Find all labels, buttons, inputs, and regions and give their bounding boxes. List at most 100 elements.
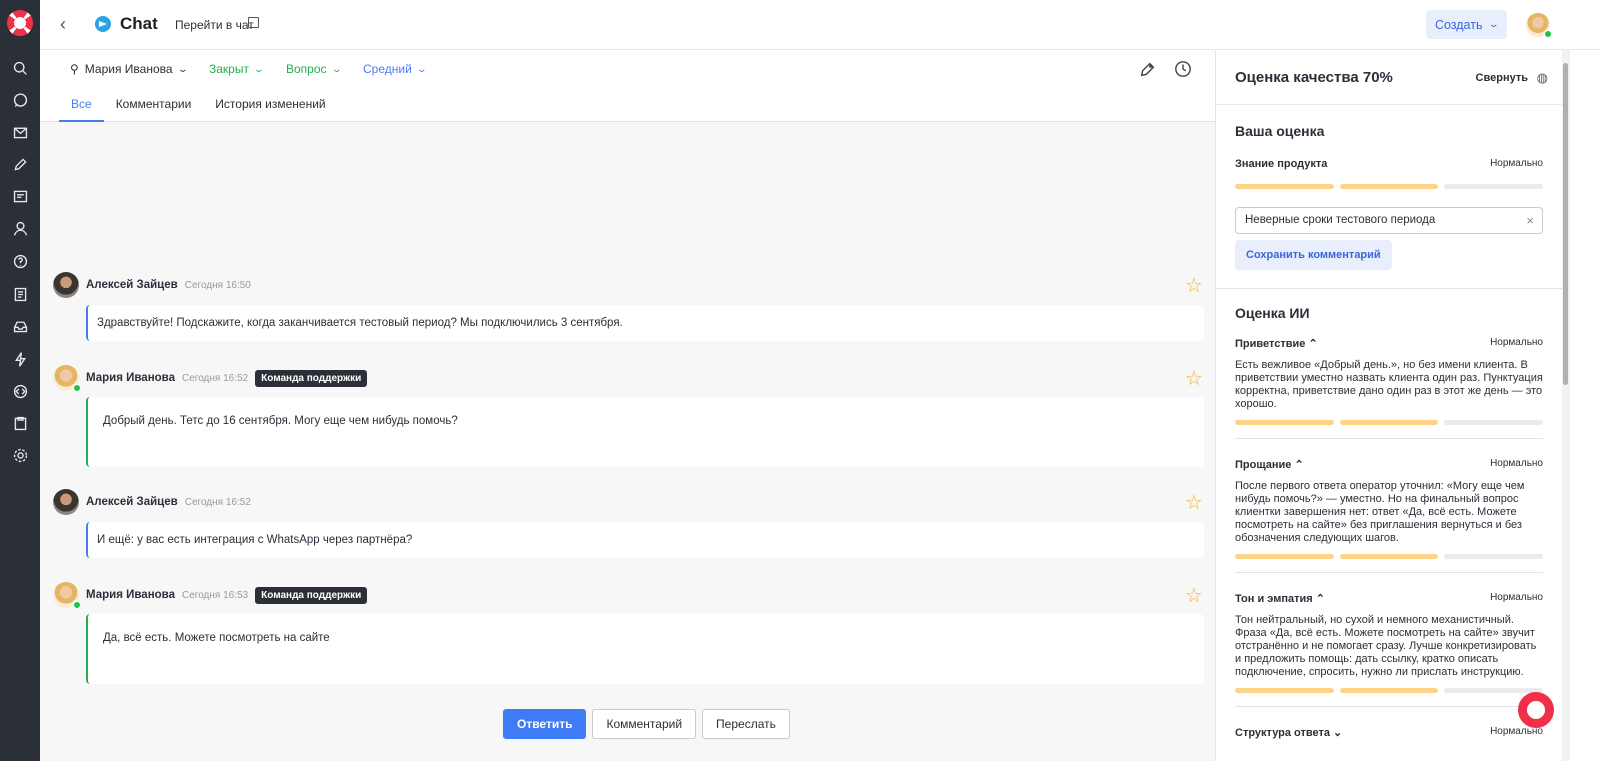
telegram-icon bbox=[95, 16, 111, 32]
section-title: Ваша оценка bbox=[1235, 123, 1325, 139]
message-bubble: Добрый день. Тетс до 16 сентября. Могу е… bbox=[86, 397, 1204, 467]
collapse-button[interactable]: Свернуть bbox=[1476, 72, 1528, 84]
chat-icon[interactable] bbox=[10, 90, 30, 110]
external-link-icon[interactable] bbox=[248, 17, 259, 28]
user-avatar[interactable] bbox=[1526, 13, 1552, 38]
tab-all[interactable]: Все bbox=[59, 90, 104, 122]
message-bubble: Здравствуйте! Подскажите, когда заканчив… bbox=[86, 305, 1204, 341]
criterion-name[interactable]: Тон и эмпатия ⌃ bbox=[1235, 592, 1325, 605]
message-header: Алексей Зайцев Сегодня 16:50 bbox=[53, 272, 251, 298]
criterion-name: Знание продукта bbox=[1235, 158, 1328, 170]
knowledge-icon[interactable] bbox=[10, 186, 30, 206]
type-select[interactable]: Вопрос ⌄ bbox=[286, 62, 342, 76]
tag-icon[interactable] bbox=[1139, 60, 1159, 80]
star-icon[interactable]: ☆ bbox=[1185, 583, 1203, 608]
avatar bbox=[53, 272, 79, 298]
priority-select[interactable]: Средний ⌄ bbox=[363, 62, 427, 76]
criterion-level: Нормально bbox=[1490, 337, 1543, 348]
avatar bbox=[53, 489, 79, 515]
clear-icon[interactable]: × bbox=[1526, 213, 1534, 228]
document-icon[interactable] bbox=[10, 284, 30, 304]
assignee-value: Мария Иванова bbox=[84, 62, 173, 76]
star-icon[interactable]: ☆ bbox=[1185, 273, 1203, 298]
ai-rating-section: Оценка ИИ Приветствие ⌃ Нормально Есть ве… bbox=[1216, 289, 1562, 739]
create-label: Создать bbox=[1434, 17, 1483, 32]
sidebar bbox=[0, 0, 40, 761]
clock-icon[interactable] bbox=[1174, 60, 1194, 80]
criterion-name[interactable]: Приветствие ⌃ bbox=[1235, 337, 1318, 350]
user-icon[interactable] bbox=[10, 218, 30, 238]
message-header: Мария Иванова Сегодня 16:53 Команда поддер… bbox=[53, 582, 368, 609]
top-header: ‹ Chat Перейти в чат Создать ⌄ bbox=[40, 0, 1600, 50]
criterion-level: Нормально bbox=[1490, 158, 1543, 169]
comment-input[interactable]: Неверные сроки тестового периода × bbox=[1235, 207, 1543, 234]
code-icon[interactable] bbox=[10, 381, 30, 401]
forward-button[interactable]: Переслать bbox=[702, 709, 790, 739]
rating-bar bbox=[1235, 688, 1544, 693]
help-lifebuoy-icon[interactable] bbox=[1518, 692, 1554, 728]
avatar bbox=[53, 582, 81, 609]
rating-bar bbox=[1235, 554, 1544, 559]
author-name: Алексей Зайцев bbox=[86, 279, 178, 291]
settings-icon[interactable] bbox=[10, 445, 30, 465]
goto-chat-link[interactable]: Перейти в чат bbox=[175, 18, 254, 32]
search-icon[interactable] bbox=[10, 58, 30, 78]
clipboard-icon[interactable] bbox=[10, 413, 30, 433]
tabs: Все Комментарии История изменений bbox=[59, 90, 338, 122]
comment-button[interactable]: Комментарий bbox=[592, 709, 697, 739]
ticket-filters: ⚲ Мария Иванова ⌄ Закрыт ⌄ Вопрос ⌄ Средний ⌄… bbox=[40, 50, 1215, 122]
message-time: Сегодня 16:53 bbox=[181, 589, 249, 601]
save-comment-button[interactable]: Сохранить комментарий bbox=[1235, 240, 1392, 270]
chevron-down-icon: ⌄ bbox=[1333, 727, 1343, 739]
message-header: Алексей Зайцев Сегодня 16:52 bbox=[53, 489, 251, 515]
quality-panel: Оценка качества 70% Свернуть ◍ Ваша оцен… bbox=[1215, 50, 1562, 761]
message-actions: Ответить Комментарий Переслать bbox=[503, 709, 790, 739]
rating-segment[interactable] bbox=[1235, 184, 1334, 189]
online-indicator bbox=[1544, 30, 1552, 38]
message-header: Мария Иванова Сегодня 16:52 Команда поддер… bbox=[53, 365, 368, 392]
criterion-name[interactable]: Структура ответа ⌄ bbox=[1235, 726, 1342, 739]
chevron-down-icon: ⌄ bbox=[253, 63, 265, 74]
tab-history[interactable]: История изменений bbox=[203, 90, 337, 122]
message-bubble: Да, всё есть. Можете посмотреть на сайте bbox=[86, 614, 1204, 684]
reply-button[interactable]: Ответить bbox=[503, 709, 587, 739]
eye-off-icon[interactable]: ◍ bbox=[1537, 70, 1548, 86]
author-name: Алексей Зайцев bbox=[86, 496, 178, 508]
rating-bar[interactable] bbox=[1235, 184, 1544, 189]
message-time: Сегодня 16:52 bbox=[181, 372, 249, 384]
criterion-level: Нормально bbox=[1490, 458, 1543, 469]
author-name: Мария Иванова bbox=[86, 589, 175, 601]
help-icon[interactable] bbox=[10, 251, 30, 271]
chevron-up-icon: ⌃ bbox=[1315, 593, 1325, 605]
create-button[interactable]: Создать ⌄ bbox=[1426, 10, 1507, 39]
lightning-icon[interactable] bbox=[10, 349, 30, 369]
back-chevron-icon[interactable]: ‹ bbox=[60, 14, 66, 35]
pen-icon[interactable] bbox=[10, 154, 30, 174]
comment-value: Неверные сроки тестового периода bbox=[1245, 214, 1436, 226]
star-icon[interactable]: ☆ bbox=[1185, 490, 1203, 515]
message-bubble: И ещё: у вас есть интеграция с WhatsApp … bbox=[86, 522, 1204, 558]
mail-icon[interactable] bbox=[10, 122, 30, 142]
assignee-select[interactable]: ⚲ Мария Иванова ⌄ bbox=[70, 62, 188, 76]
criterion-name[interactable]: Прощание ⌃ bbox=[1235, 458, 1304, 471]
message-time: Сегодня 16:50 bbox=[184, 279, 251, 291]
chevron-down-icon: ⌄ bbox=[1488, 19, 1500, 29]
criterion-description: Есть вежливое «Добрый день.», но без име… bbox=[1235, 359, 1543, 410]
status-value: Закрыт bbox=[209, 62, 249, 76]
scrollbar-thumb[interactable] bbox=[1563, 63, 1568, 385]
team-badge: Команда поддержки bbox=[255, 586, 368, 604]
priority-value: Средний bbox=[363, 62, 412, 76]
page-title: Chat bbox=[120, 14, 158, 33]
type-value: Вопрос bbox=[286, 62, 327, 76]
online-indicator bbox=[73, 384, 81, 392]
rating-segment[interactable] bbox=[1444, 184, 1544, 189]
logo-lifebuoy-icon[interactable] bbox=[7, 10, 33, 36]
star-icon[interactable]: ☆ bbox=[1185, 366, 1203, 391]
tab-comments[interactable]: Комментарии bbox=[104, 90, 204, 122]
status-select[interactable]: Закрыт ⌄ bbox=[209, 62, 265, 76]
section-title: Оценка ИИ bbox=[1235, 305, 1310, 321]
rating-bar bbox=[1235, 420, 1544, 425]
rating-segment[interactable] bbox=[1339, 184, 1439, 189]
inbox-icon[interactable] bbox=[10, 316, 30, 336]
person-icon: ⚲ bbox=[70, 62, 79, 76]
